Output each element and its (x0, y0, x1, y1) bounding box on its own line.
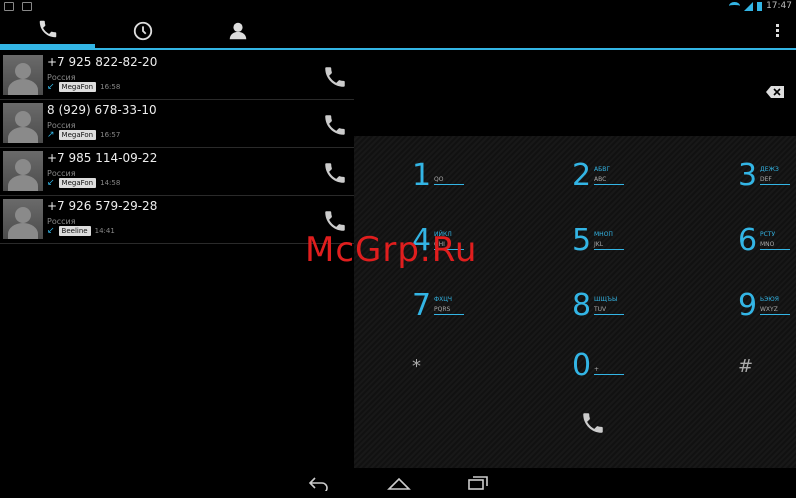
key-cyrillic-letters: ДЕЖЗ (760, 166, 779, 173)
dial-call-button[interactable] (580, 410, 606, 436)
dialpad-key-5[interactable]: 5 МНОП JKL (572, 211, 692, 269)
battery-icon (757, 1, 763, 11)
call-direction-icon: ↙ (47, 226, 55, 236)
watermark-text: McGrp.Ru (305, 230, 478, 270)
carrier-badge: MegaFon (58, 82, 97, 92)
key-digit: 6 (738, 223, 758, 258)
phone-number: +7 925 822-82-20 (47, 55, 158, 69)
key-cyrillic-letters: РСТУ (760, 231, 776, 238)
key-latin-letters: JKL (594, 241, 624, 250)
key-digit: 2 (572, 158, 592, 193)
call-direction-icon: ↙ (47, 82, 55, 92)
call-direction-icon: ↗ (47, 130, 55, 140)
avatar[interactable] (3, 199, 43, 239)
clock-icon (133, 21, 152, 41)
key-digit: 9 (738, 288, 758, 323)
overflow-menu-icon[interactable] (776, 24, 780, 37)
phone-number: +7 926 579-29-28 (47, 199, 158, 213)
dialpad-key-1[interactable]: 1 QO (412, 146, 532, 204)
navigation-bar (0, 468, 796, 498)
gallery-notification-icon (4, 2, 14, 11)
key-latin-letters: TUV (594, 306, 624, 315)
tab-bar (0, 14, 796, 50)
tab-phone[interactable] (0, 14, 95, 48)
key-latin-letters: ABC (594, 176, 624, 185)
key-digit: 1 (412, 158, 432, 193)
dialpad-key-8[interactable]: 8 ШЩЪЫ TUV (572, 276, 692, 334)
call-log-row[interactable]: 8 (929) 678-33-10 Россия ↗ MegaFon 16:57 (0, 100, 354, 148)
key-latin-letters: MNO (760, 241, 790, 250)
call-log-list: +7 925 822-82-20 Россия ↙ MegaFon 16:58 … (0, 52, 354, 468)
key-latin-letters: + (594, 366, 624, 375)
key-digit: 0 (572, 348, 592, 383)
status-bar: 17:47 (0, 0, 796, 14)
key-cyrillic-letters: ФХЦЧ (434, 296, 453, 303)
call-log-row[interactable]: +7 926 579-29-28 Россия ↙ Beeline 14:41 (0, 196, 354, 244)
key-digit: 7 (412, 288, 432, 323)
avatar[interactable] (3, 55, 43, 95)
key-cyrillic-letters: АБВГ (594, 166, 610, 173)
key-latin-letters: PQRS (434, 306, 464, 315)
backspace-icon[interactable] (766, 86, 784, 98)
key-cyrillic-letters: ШЩЪЫ (594, 296, 618, 303)
tab-recent[interactable] (95, 14, 190, 48)
phone-icon (39, 20, 56, 38)
carrier-badge: Beeline (58, 226, 91, 236)
tab-contacts[interactable] (190, 14, 285, 48)
dialpad-key-pound[interactable]: # (738, 336, 796, 394)
key-latin-letters: WXYZ (760, 306, 790, 315)
call-location: Россия (47, 73, 76, 82)
call-back-button[interactable] (322, 112, 348, 138)
clock: 17:47 (766, 1, 792, 11)
call-location: Россия (47, 217, 76, 226)
dialpad-key-0[interactable]: 0 + (572, 336, 692, 394)
call-log-row[interactable]: +7 925 822-82-20 Россия ↙ MegaFon 16:58 (0, 52, 354, 100)
phone-number: 8 (929) 678-33-10 (47, 103, 157, 117)
dial-digits-display (354, 52, 796, 136)
key-digit: # (738, 356, 754, 377)
dialpad-key-star[interactable]: * (412, 336, 532, 394)
key-digit: 8 (572, 288, 592, 323)
key-latin-letters: QO (434, 176, 464, 185)
person-icon (229, 22, 246, 40)
phone-number: +7 985 114-09-22 (47, 151, 158, 165)
key-cyrillic-letters: МНОП (594, 231, 613, 238)
call-time: 14:41 (94, 227, 115, 235)
call-back-button[interactable] (322, 64, 348, 90)
call-time: 16:58 (100, 83, 121, 91)
call-location: Россия (47, 169, 76, 178)
call-time: 14:58 (100, 179, 121, 187)
carrier-badge: MegaFon (58, 178, 97, 188)
back-icon[interactable] (308, 475, 330, 491)
key-digit: 3 (738, 158, 758, 193)
home-icon[interactable] (387, 475, 411, 491)
dialpad-key-7[interactable]: 7 ФХЦЧ PQRS (412, 276, 532, 334)
key-cyrillic-letters: ЬЭЮЯ (760, 296, 779, 303)
key-digit: * (412, 356, 421, 377)
recent-apps-icon[interactable] (467, 475, 489, 491)
avatar[interactable] (3, 151, 43, 191)
call-direction-icon: ↙ (47, 178, 55, 188)
dialpad-key-9[interactable]: 9 ЬЭЮЯ WXYZ (738, 276, 796, 334)
signal-icon (744, 1, 754, 11)
call-back-button[interactable] (322, 160, 348, 186)
call-time: 16:57 (100, 131, 121, 139)
dialpad-key-2[interactable]: 2 АБВГ ABC (572, 146, 692, 204)
dialpad-key-6[interactable]: 6 РСТУ MNO (738, 211, 796, 269)
carrier-badge: MegaFon (58, 130, 97, 140)
dialpad-key-3[interactable]: 3 ДЕЖЗ DEF (738, 146, 796, 204)
wifi-icon (729, 2, 741, 10)
dialpad: 1 QO 2 АБВГ ABC 3 ДЕЖЗ DEF 4 ИЙКЛ GHI 5 МНОП JKL 6 РСТУ… (354, 136, 796, 468)
call-location: Россия (47, 121, 76, 130)
key-latin-letters: DEF (760, 176, 790, 185)
key-digit: 5 (572, 223, 592, 258)
avatar[interactable] (3, 103, 43, 143)
camera-notification-icon (22, 2, 32, 11)
call-log-row[interactable]: +7 985 114-09-22 Россия ↙ MegaFon 14:58 (0, 148, 354, 196)
